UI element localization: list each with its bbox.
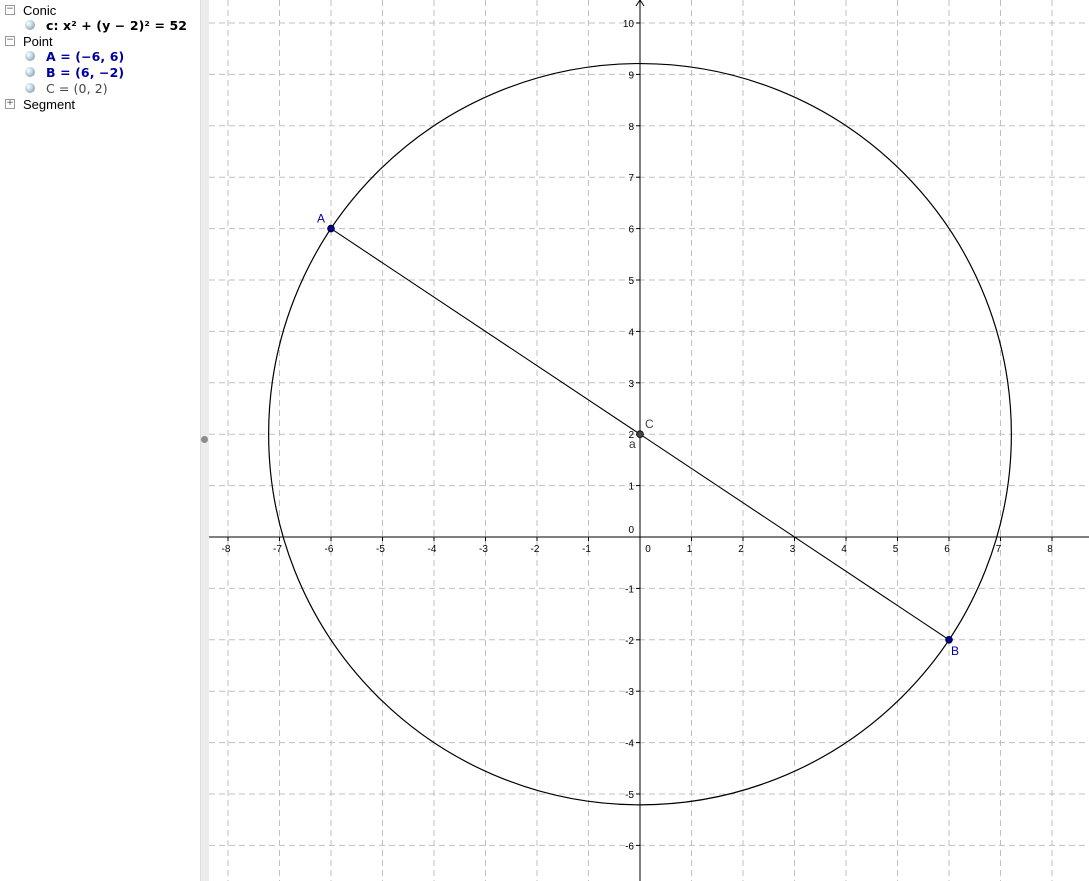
category-point[interactable]: − Point — [0, 33, 53, 49]
y-tick-label: 7 — [628, 173, 634, 184]
x-tick-label: -4 — [428, 544, 437, 555]
graphics-view[interactable]: -8 -7 -6 -5 -4 -3 -2 -1 0 1 2 3 4 5 6 7 8-6-5-4-3-2-1012… — [209, 0, 1089, 881]
x-tick-label: 5 — [893, 544, 899, 555]
point-label: C — [645, 417, 654, 431]
object-definition: A = (−6, 6) — [46, 48, 125, 64]
x-tick-label: -6 — [325, 544, 334, 555]
x-tick-label: -2 — [531, 544, 540, 555]
algebra-item-c[interactable]: c: x² + (y − 2)² = 52 — [25, 17, 187, 33]
segment-label: a — [629, 437, 636, 451]
visibility-toggle-icon[interactable] — [25, 67, 35, 77]
category-label: Segment — [23, 96, 76, 112]
y-tick-label: -3 — [625, 687, 634, 698]
algebra-item-c-point[interactable]: C = (0, 2) — [25, 80, 108, 96]
y-tick-label: -6 — [625, 841, 634, 852]
y-tick-label: 6 — [628, 225, 634, 236]
x-tick-label: 6 — [944, 544, 950, 555]
y-tick-label: -5 — [625, 790, 634, 801]
x-tick-label: -8 — [222, 544, 231, 555]
x-tick-label: -3 — [479, 544, 488, 555]
x-tick-label: 7 — [996, 544, 1002, 555]
visibility-toggle-icon[interactable] — [25, 20, 35, 30]
point-c[interactable] — [636, 430, 644, 439]
x-tick-label: 3 — [790, 544, 796, 555]
category-label: Point — [23, 33, 53, 49]
object-definition: C = (0, 2) — [46, 80, 108, 96]
y-tick-label: -2 — [625, 636, 634, 647]
point-a[interactable] — [327, 224, 335, 233]
y-tick-label: 5 — [628, 276, 634, 287]
algebra-item-b[interactable]: B = (6, −2) — [25, 64, 124, 80]
x-tick-label: -7 — [273, 544, 282, 555]
collapse-icon[interactable]: − — [5, 36, 15, 46]
x-tick-label: -5 — [376, 544, 385, 555]
category-label: Conic — [23, 2, 57, 18]
x-tick-label: 1 — [687, 544, 693, 555]
point-b[interactable] — [945, 635, 953, 644]
y-tick-label: -1 — [625, 584, 634, 595]
object-definition: B = (6, −2) — [46, 64, 125, 80]
category-segment[interactable]: + Segment — [0, 96, 75, 112]
collapse-icon[interactable]: − — [5, 5, 15, 15]
y-tick-label: 10 — [623, 19, 635, 30]
algebra-view: − Conic c: x² + (y − 2)² = 52 − Point A … — [0, 0, 200, 881]
y-tick-label: 0 — [628, 525, 634, 536]
x-tick-label: 8 — [1047, 544, 1053, 555]
x-tick-label: 2 — [738, 544, 744, 555]
visibility-toggle-icon[interactable] — [25, 83, 35, 93]
y-tick-label: 9 — [628, 70, 634, 81]
y-tick-label: 1 — [628, 482, 634, 493]
y-tick-label: 8 — [628, 122, 634, 133]
point-label: B — [951, 644, 959, 658]
y-tick-label: 4 — [628, 327, 634, 338]
visibility-toggle-icon[interactable] — [25, 51, 35, 61]
object-definition: c: x² + (y − 2)² = 52 — [46, 17, 188, 33]
x-tick-label: 4 — [841, 544, 847, 555]
y-tick-label: 3 — [628, 379, 634, 390]
divider-handle-icon[interactable] — [201, 436, 208, 443]
algebra-item-a[interactable]: A = (−6, 6) — [25, 48, 124, 64]
x-tick-label: 0 — [645, 544, 651, 555]
x-tick-label: -1 — [582, 544, 591, 555]
expand-icon[interactable]: + — [5, 99, 15, 109]
category-conic[interactable]: − Conic — [0, 2, 56, 18]
y-tick-label: -4 — [625, 739, 634, 750]
point-label: A — [317, 212, 325, 226]
